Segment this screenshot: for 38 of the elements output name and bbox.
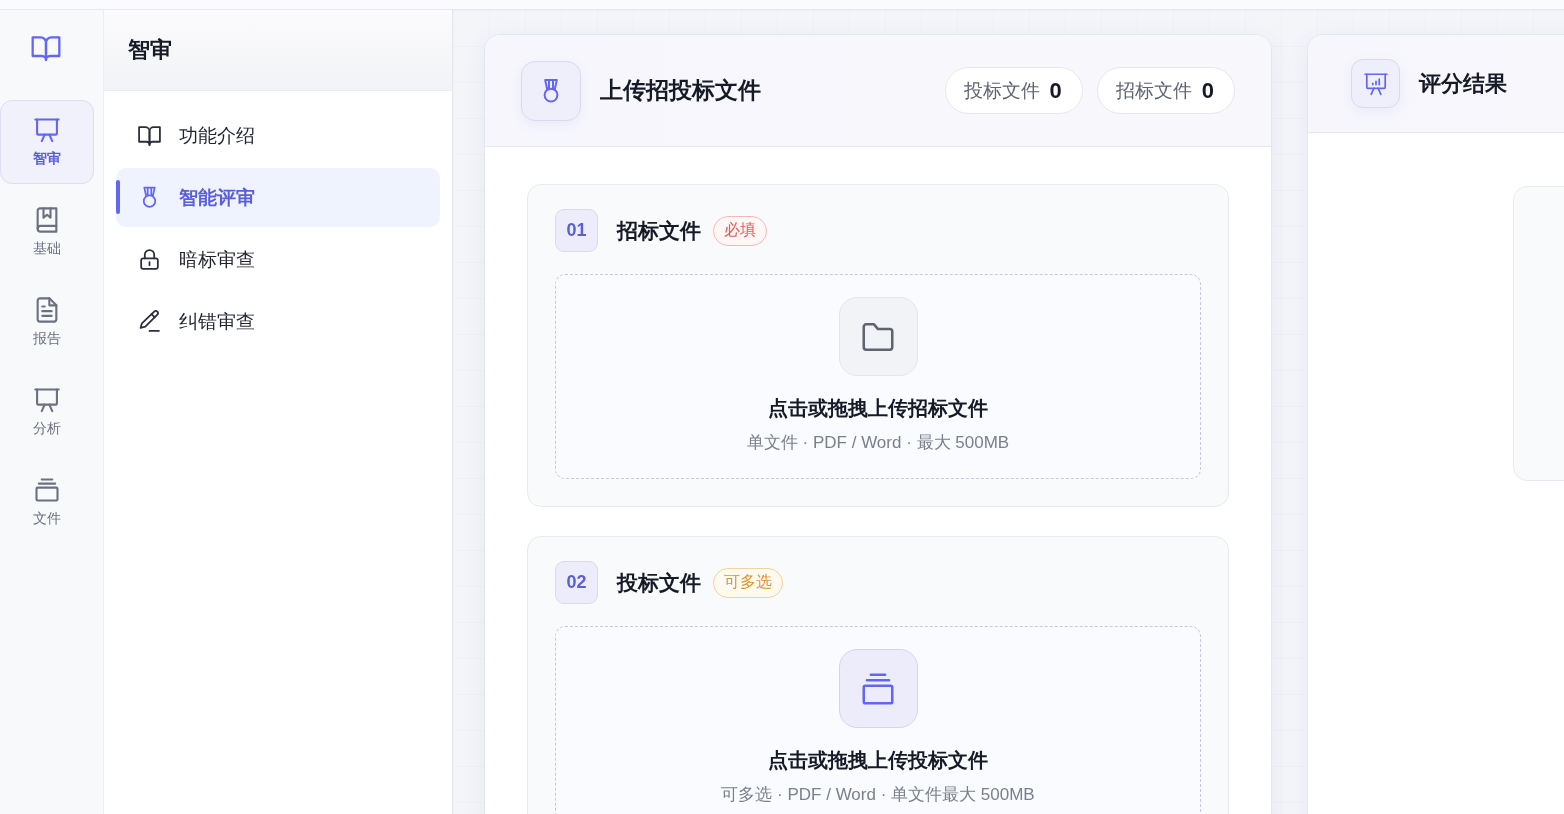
- dropzone-title: 点击或拖拽上传招标文件: [768, 396, 988, 421]
- folder-icon: [838, 297, 918, 376]
- rail-item[interactable]: 文件: [0, 460, 94, 544]
- required-tag: 必填: [713, 215, 767, 246]
- sidebar-title: 智审: [128, 36, 172, 64]
- section-title: 招标文件: [617, 217, 701, 244]
- dropzone-hint: 单文件 · PDF / Word · 最大 500MB: [746, 432, 1010, 454]
- book-open-icon: [137, 123, 162, 148]
- upload-dropzone[interactable]: 点击或拖拽上传投标文件 可多选 · PDF / Word · 单文件最大 500MB: [555, 626, 1201, 814]
- panel-title: 评分结果: [1419, 69, 1508, 98]
- menu-item[interactable]: 功能介绍: [116, 106, 440, 165]
- medal-icon: [521, 60, 581, 121]
- rail-item[interactable]: 基础: [0, 190, 94, 274]
- panel-title: 上传招投标文件: [600, 76, 762, 105]
- lock-icon: [137, 247, 162, 272]
- counter-label: 投标文件: [963, 78, 1040, 103]
- multi-select-tag: 可多选: [713, 567, 783, 598]
- counter-value: 0: [1201, 77, 1214, 104]
- rail-item[interactable]: 报告: [0, 280, 94, 364]
- rail-item[interactable]: 分析: [0, 370, 94, 454]
- counter-value: 0: [1049, 77, 1062, 104]
- counter-label: 招标文件: [1115, 78, 1192, 103]
- stack-icon: [33, 476, 61, 504]
- section-title: 投标文件: [617, 569, 701, 596]
- easel-icon: [33, 386, 61, 414]
- step-number: 01: [555, 209, 598, 252]
- stack-icon: [838, 649, 918, 728]
- step-number: 02: [555, 561, 598, 604]
- rail-item[interactable]: 智审: [0, 100, 94, 184]
- chart-easel-icon: [1351, 59, 1400, 108]
- dropzone-title: 点击或拖拽上传投标文件: [768, 748, 988, 773]
- menu-item[interactable]: 纠错审查: [116, 292, 440, 351]
- menu-item[interactable]: 智能评审: [116, 168, 440, 227]
- dropzone-hint: 可多选 · PDF / Word · 单文件最大 500MB: [721, 784, 1035, 806]
- upload-dropzone[interactable]: 点击或拖拽上传招标文件 单文件 · PDF / Word · 最大 500MB: [555, 274, 1201, 479]
- menu-item[interactable]: 暗标审查: [116, 230, 440, 289]
- easel-icon: [33, 116, 61, 144]
- pencil-icon: [137, 309, 162, 334]
